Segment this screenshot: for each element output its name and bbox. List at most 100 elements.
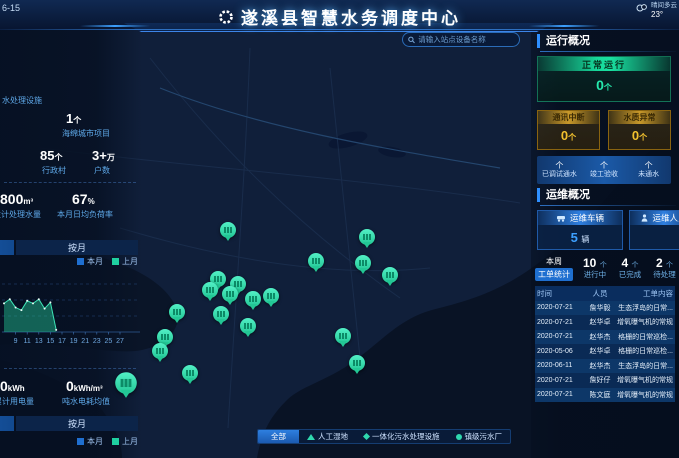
map-pin[interactable]: [115, 372, 137, 394]
facility-icon: [339, 333, 347, 339]
status-no-water[interactable]: 个 未通水: [626, 156, 671, 184]
workorder-table: 时间人员工单内容2020-07-21詹华毅生态浮岛的日常...2020-07-2…: [535, 286, 675, 402]
villages-label: 行政村: [42, 165, 66, 176]
water-quality-card[interactable]: 水质异常 0个: [608, 110, 671, 150]
map-pin[interactable]: [213, 306, 229, 322]
map-pin[interactable]: [245, 291, 261, 307]
tab-by-month[interactable]: 按月: [16, 416, 138, 431]
power-per-ton-value: 0kWh/m³: [66, 378, 103, 394]
households-label: 户数: [94, 165, 110, 176]
table-row[interactable]: 2020-07-21赵华杰格栅的日常巡检...: [535, 330, 675, 345]
weather-widget[interactable]: 晴间多云 23°: [636, 2, 677, 20]
table-row[interactable]: 2020-07-21赵华卓增氧曝气机的常规...: [535, 315, 675, 330]
filter-label: 全部: [271, 431, 286, 442]
svg-text:23: 23: [93, 338, 101, 345]
filter-pin-icon: [307, 434, 315, 440]
facility-icon: [206, 287, 214, 293]
table-row[interactable]: 2020-07-21陈文庭增氧曝气机的常规...: [535, 388, 675, 403]
status-debugged[interactable]: 个 已调试通水: [537, 156, 582, 184]
facility-icon: [249, 296, 257, 302]
header-bar: 6-15 遂溪县智慧水务调度中心 晴间多云 23°: [0, 0, 679, 30]
right-status-panel: 运行概况 正常运行 0个 通讯中断 0个 水质异常 0个 个 已调试通水 个 竣…: [531, 28, 679, 458]
legend-swatch-last-month: [112, 438, 119, 445]
map-pin[interactable]: [202, 282, 218, 298]
comm-interrupt-card[interactable]: 通讯中断 0个: [537, 110, 600, 150]
map-pin[interactable]: [220, 222, 236, 238]
map-pin[interactable]: [335, 328, 351, 344]
map-filter-2[interactable]: 一体化污水处理设施: [356, 430, 448, 443]
filter-pin-icon: [456, 434, 462, 440]
water-usage-area-chart[interactable]: 9111315171921232527: [0, 268, 142, 348]
svg-text:13: 13: [35, 338, 43, 345]
table-row[interactable]: 2020-07-21詹华毅生态浮岛的日常...: [535, 301, 675, 316]
map-pin[interactable]: [355, 255, 371, 271]
capacity-label: 设计处理水量: [0, 209, 41, 220]
map-filter-bar: 全部 人工湿地 一体化污水处理设施镇级污水厂: [257, 429, 511, 444]
table-row[interactable]: 2020-06-11赵华杰生态浮岛的日常...: [535, 359, 675, 374]
table-header-row: 时间人员工单内容: [535, 286, 675, 301]
vehicles-value: 5 辆: [538, 230, 622, 245]
legend-swatch-last-month: [112, 258, 119, 265]
power-total-label: 累计用电量: [0, 396, 34, 407]
tab-by-day[interactable]: [0, 416, 14, 431]
normal-running-value: 0个: [538, 77, 670, 93]
facility-icon: [173, 309, 181, 315]
water-status-strip: 个 已调试通水 个 竣工验收 个 未通水: [537, 156, 671, 184]
facility-icon: [386, 272, 394, 278]
status-accepted[interactable]: 个 竣工验收: [582, 156, 627, 184]
map-pin[interactable]: [308, 253, 324, 269]
map-pin[interactable]: [169, 304, 185, 320]
facility-icon: [312, 258, 320, 264]
map-pin[interactable]: [382, 267, 398, 283]
power-chart-legend: 本月 上月: [77, 436, 138, 447]
svg-text:21: 21: [81, 338, 89, 345]
dashboard: 6-15 遂溪县智慧水务调度中心 晴间多云 23° 水处理设施: [0, 0, 679, 458]
person-icon: [641, 214, 648, 222]
table-row[interactable]: 2020-07-21詹好仔增氧曝气机的常规...: [535, 373, 675, 388]
facility-icon: [156, 348, 164, 354]
legend-swatch-this-month: [77, 258, 84, 265]
filter-label: 一体化污水处理设施: [372, 431, 440, 442]
map-pin[interactable]: [240, 318, 256, 334]
map-filter-1[interactable]: 人工湿地: [299, 430, 356, 443]
map-pin[interactable]: [263, 288, 279, 304]
facility-icon: [244, 323, 252, 329]
svg-text:25: 25: [105, 338, 113, 345]
workorder-in-progress[interactable]: 10 个 进行中: [583, 257, 607, 279]
workorder-completed[interactable]: 4 个 已完成: [619, 257, 642, 279]
search-input[interactable]: [418, 35, 514, 44]
workorder-pending[interactable]: 2 个 待处理: [653, 257, 676, 279]
workorder-period: 本周: [546, 256, 562, 267]
map-pin[interactable]: [349, 355, 365, 371]
map-filter-0[interactable]: 全部: [258, 430, 299, 443]
vehicles-card[interactable]: 运维车辆 5 辆: [537, 210, 623, 250]
weather-temperature: 23°: [651, 10, 677, 20]
section-title-run: 运行概况: [537, 34, 675, 48]
power-per-ton-label: 吨水电耗均值: [62, 396, 110, 407]
table-row[interactable]: 2020-05-06赵华卓格栅的日常巡检...: [535, 344, 675, 359]
facility-icon: [226, 291, 234, 297]
staff-card[interactable]: 运维人员: [629, 210, 679, 250]
cloud-icon: [636, 2, 648, 12]
divider: [4, 182, 136, 183]
map-pin[interactable]: [222, 286, 238, 302]
tab-by-month[interactable]: 按月: [16, 240, 138, 255]
filter-pin-icon: [363, 433, 370, 440]
load-rate-label: 本月日均负荷率: [57, 209, 113, 220]
power-chart-tabbar: 按月: [0, 416, 142, 431]
tab-by-day[interactable]: [0, 240, 14, 255]
map-filter-3[interactable]: 镇级污水厂: [448, 430, 511, 443]
map-pin[interactable]: [182, 365, 198, 381]
map-pin[interactable]: [152, 343, 168, 359]
normal-running-card[interactable]: 正常运行 0个: [537, 56, 671, 102]
facility-type-label: 水处理设施: [2, 95, 42, 106]
facility-icon: [121, 379, 132, 387]
svg-text:27: 27: [116, 338, 124, 345]
station-search[interactable]: [402, 32, 520, 47]
map-pin[interactable]: [359, 229, 375, 245]
capacity-value: 800m³: [0, 191, 33, 207]
facility-icon: [161, 334, 169, 340]
page-title: 遂溪县智慧水务调度中心: [241, 4, 461, 29]
filter-label: 人工湿地: [318, 431, 348, 442]
load-rate-value: 67%: [72, 191, 95, 207]
